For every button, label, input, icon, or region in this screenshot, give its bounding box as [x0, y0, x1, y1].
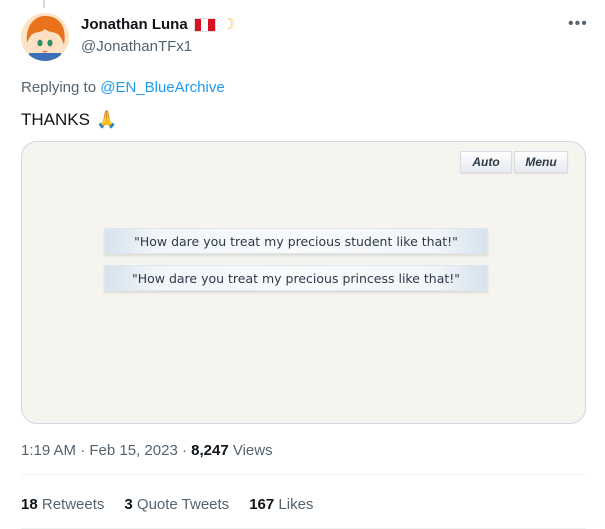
views-label: Views	[232, 442, 273, 459]
tweet-time[interactable]: 1:19 AM	[21, 442, 76, 459]
divider	[21, 474, 586, 475]
retweets-count: 18	[21, 496, 38, 513]
quote-tweets-label: Quote Tweets	[136, 496, 230, 513]
quote-tweets-stat[interactable]: 3 Quote Tweets	[124, 496, 229, 513]
menu-button: Menu	[514, 151, 568, 173]
dialogue-choice: "How dare you treat my precious student …	[104, 228, 488, 254]
tweet-timestamp: 1:19 AM · Feb 15, 2023 · 8,247 Views	[21, 442, 273, 459]
author-display-name[interactable]: Jonathan Luna	[81, 16, 188, 33]
author-name-row: Jonathan Luna ☽	[81, 16, 235, 33]
avatar-illustration	[21, 13, 69, 61]
retweets-stat[interactable]: 18 Retweets	[21, 496, 104, 513]
views-count: 8,247	[191, 442, 229, 459]
likes-count: 167	[249, 496, 275, 513]
folded-hands-emoji: 🙏	[95, 110, 118, 129]
replying-to-label: Replying to	[21, 79, 97, 96]
dialogue-choice: "How dare you treat my precious princess…	[104, 265, 488, 291]
engagement-stats: 18 Retweets 3 Quote Tweets 167 Likes	[21, 496, 313, 513]
tweet-date[interactable]: Feb 15, 2023	[89, 442, 177, 459]
avatar[interactable]	[21, 13, 69, 61]
more-options-icon[interactable]: •••	[568, 16, 588, 32]
crescent-moon-icon: ☽	[221, 16, 236, 33]
likes-stat[interactable]: 167 Likes	[249, 496, 313, 513]
tweet-text: THANKS 🙏	[21, 110, 117, 130]
thread-connector-line	[43, 0, 45, 8]
auto-button: Auto	[460, 151, 512, 173]
peru-flag-icon	[193, 17, 216, 32]
mention-link[interactable]: @EN_BlueArchive	[100, 79, 224, 96]
tweet-body: THANKS	[21, 110, 90, 129]
tweet-media-image[interactable]: Auto Menu "How dare you treat my preciou…	[21, 141, 586, 424]
replying-to-line: Replying to @EN_BlueArchive	[21, 79, 225, 96]
retweets-label: Retweets	[41, 496, 105, 513]
author-handle[interactable]: @JonathanTFx1	[81, 38, 192, 55]
likes-label: Likes	[278, 496, 314, 513]
quote-tweets-count: 3	[124, 496, 133, 513]
